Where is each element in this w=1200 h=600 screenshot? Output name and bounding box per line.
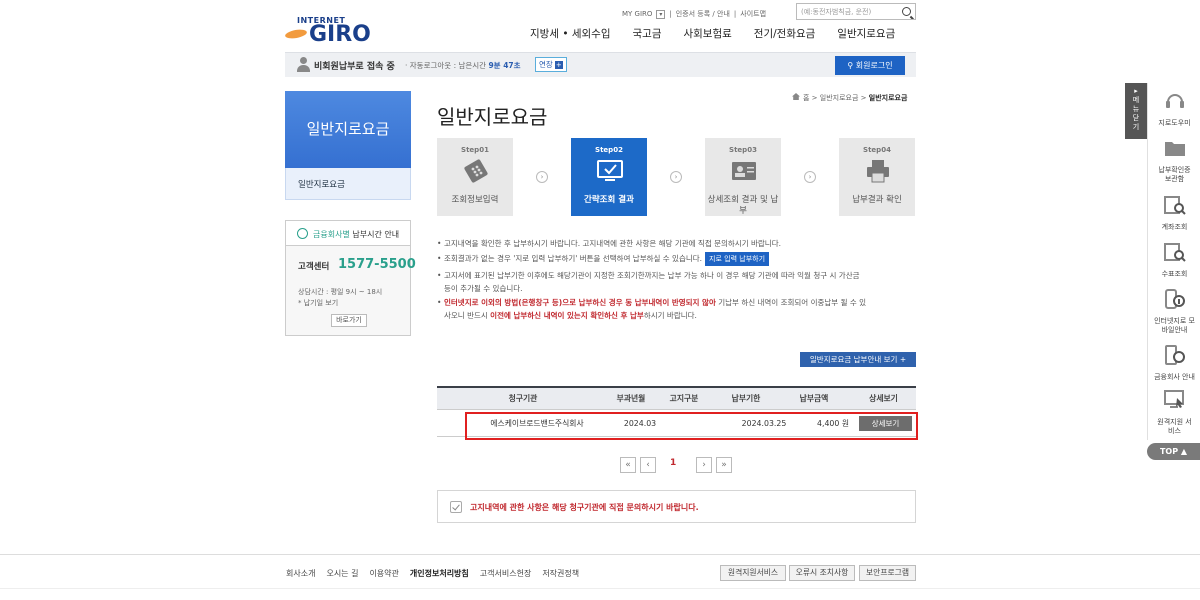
- footer-divider-2: [0, 588, 1200, 589]
- quick-receipt-box[interactable]: 납부확인증 보관함: [1148, 136, 1200, 184]
- direct-input-pay-button[interactable]: 지로 입력 납부하기: [705, 251, 770, 266]
- note-4: 인터넷지로 이외의 방법(은행창구 등)으로 납부하신 경우 동 납부내역이 반…: [437, 296, 917, 310]
- extend-button[interactable]: 연장 +: [535, 57, 567, 72]
- step-1: Step01 조회정보입력: [437, 138, 513, 216]
- util-cert[interactable]: 인증서 등록 / 안내: [676, 9, 730, 19]
- left-nav-item-general-giro[interactable]: 일반지로요금: [285, 168, 411, 200]
- up-arrow-icon: ▲: [1180, 447, 1188, 456]
- footer-divider: [0, 554, 1200, 555]
- page-first-button[interactable]: «: [620, 457, 636, 473]
- login-status: 비회원납부로 접속 중: [314, 62, 395, 72]
- user-icon: [297, 57, 310, 72]
- folder-icon: [1164, 142, 1185, 156]
- triangle-icon: ▸: [1134, 87, 1138, 95]
- step-3: Step03 상세조회 결과 및 납부: [705, 138, 781, 216]
- quick-menu-close[interactable]: ▸ 메뉴닫기: [1125, 83, 1147, 139]
- footer-links: 회사소개 오시는 길 이용약관 개인정보처리방침 고객서비스헌장 저작권정책: [286, 568, 579, 579]
- bank-icon: [1164, 345, 1185, 365]
- remaining-time: 9분 47초: [488, 61, 521, 70]
- notice-list: 고지내역을 확인한 후 납부하시기 바랍니다. 고지내역에 관한 사항은 해당 …: [437, 237, 917, 323]
- note-3: 고지서에 표기된 납부기한 이후에도 해당기관이 지정한 조회기한까지는 납부 …: [437, 269, 917, 283]
- gnb-social-insurance[interactable]: 사회보험료: [672, 26, 742, 42]
- step-arrow-icon: ›: [670, 171, 682, 183]
- highlight-box: [465, 412, 918, 440]
- quick-remote-support[interactable]: 원격지원 서비스: [1148, 388, 1200, 436]
- person-icon: ⚲: [847, 61, 856, 70]
- dropdown-arrow-icon[interactable]: ▾: [656, 9, 666, 19]
- scroll-top-button[interactable]: TOP ▲: [1147, 443, 1200, 460]
- footer-copyright[interactable]: 저작권정책: [542, 568, 579, 579]
- note-1: 고지내역을 확인한 후 납부하시기 바랍니다. 고지내역에 관한 사항은 해당 …: [437, 237, 917, 251]
- gnb-general-giro[interactable]: 일반지로요금: [826, 26, 895, 42]
- error-action-button[interactable]: 오류시 조치사항: [789, 565, 855, 581]
- footer-terms[interactable]: 이용약관: [369, 568, 398, 579]
- member-login-button[interactable]: ⚲ 회원로그인: [835, 56, 905, 75]
- inquiry-notice: 고지내역에 관한 사항은 해당 청구기관에 직접 문의하시기 바랍니다.: [437, 490, 916, 523]
- gnb-electric-phone[interactable]: 전기/전화요금: [743, 26, 827, 42]
- main-nav: 지방세 • 세외수입 국고금 사회보험료 전기/전화요금 일반지로요금: [525, 26, 895, 42]
- quick-giro-helper[interactable]: 지로도우미: [1148, 89, 1200, 128]
- footer-privacy[interactable]: 개인정보처리방침: [410, 568, 469, 579]
- security-program-button[interactable]: 보안프로그램: [859, 565, 916, 581]
- note-2: 조회결과가 없는 경우 '지로 입력 납부하기' 버튼을 선택하여 납부하실 수…: [437, 251, 917, 266]
- note-3-cont: 등이 추가될 수 있습니다.: [444, 284, 523, 293]
- breadcrumb: 홈 > 일반지로요금 > 일반지로요금: [792, 93, 907, 103]
- left-nav-title: 일반지로요금: [285, 91, 411, 168]
- note-4-cont: 사오니 반드시 이전에 납부하신 내역이 있는지 확인하신 후 납부하시기 바랍…: [444, 311, 697, 320]
- customer-center: 고객센터 1577-5500 상담시간 : 평일 9시 ~ 18시 * 납기일 …: [285, 246, 416, 336]
- utility-links: MY GIRO ▾ | 인증서 등록 / 안내 | 사이트맵: [622, 9, 767, 19]
- footer-charter[interactable]: 고객서비스헌장: [480, 568, 532, 579]
- logo-main-text: GIRO: [309, 22, 371, 47]
- page-last-button[interactable]: »: [716, 457, 732, 473]
- footer-about[interactable]: 회사소개: [286, 568, 315, 579]
- auto-logout: · 자동로그아웃 : 남은시간 9분 47초: [405, 61, 521, 70]
- page-prev-button[interactable]: ‹: [640, 457, 656, 473]
- check-icon: [450, 501, 462, 513]
- util-sitemap[interactable]: 사이트맵: [740, 9, 766, 19]
- util-my-giro[interactable]: MY GIRO: [622, 10, 652, 18]
- payment-guide-button[interactable]: 일반지로요금 납부안내 보기 +: [800, 352, 916, 367]
- page-next-button[interactable]: ›: [696, 457, 712, 473]
- step-arrow-icon: ›: [536, 171, 548, 183]
- id-card-icon: [732, 162, 756, 180]
- clock-icon: [297, 228, 308, 239]
- quick-check-inquiry[interactable]: 수표조회: [1148, 240, 1200, 279]
- cc-hours: 상담시간 : 평일 9시 ~ 18시: [298, 288, 383, 296]
- home-icon[interactable]: [792, 93, 800, 100]
- account-search-icon: [1163, 196, 1186, 215]
- giro-logo[interactable]: INTERNET GIRO: [284, 16, 375, 47]
- monitor-check-icon: [597, 160, 623, 181]
- plus-icon: +: [554, 61, 563, 69]
- search-icon[interactable]: [902, 7, 911, 16]
- logo-swoosh-icon: [284, 28, 308, 40]
- check-search-icon: [1163, 243, 1186, 262]
- headset-icon: [1165, 94, 1184, 108]
- step-2: Step02 간략조회 결과: [571, 138, 647, 216]
- quick-menu: 지로도우미 납부확인증 보관함 계좌조회 수표조회 인터넷지로 모바일안내 금융…: [1147, 83, 1200, 440]
- remote-support-icon: [1163, 390, 1184, 408]
- cc-phone: 1577-5500: [338, 257, 416, 272]
- login-bar: 비회원납부로 접속 중 · 자동로그아웃 : 남은시간 9분 47초 연장 + ⚲…: [285, 52, 916, 77]
- page-current[interactable]: 1: [670, 458, 676, 468]
- keypad-icon: [464, 159, 488, 183]
- step-arrow-icon: ›: [804, 171, 816, 183]
- remote-support-button[interactable]: 원격지원서비스: [720, 565, 786, 581]
- footer-directions[interactable]: 오시는 길: [326, 568, 358, 579]
- cc-holiday: * 납기일 보기: [298, 299, 339, 307]
- gnb-national[interactable]: 국고금: [622, 26, 673, 42]
- quick-bank-guide[interactable]: 금융회사 안내: [1148, 343, 1200, 382]
- search-placeholder: (예:동전자범칙금, 운전): [801, 8, 872, 16]
- mobile-info-icon: [1164, 289, 1185, 309]
- shortcut-button[interactable]: 바로가기: [331, 314, 367, 327]
- payment-time-notice[interactable]: 금융회사별 납부시간 안내: [285, 220, 411, 246]
- gnb-local-tax[interactable]: 지방세 • 세외수입: [525, 26, 622, 42]
- quick-mobile-guide[interactable]: 인터넷지로 모바일안내: [1148, 287, 1200, 335]
- cc-label: 고객센터: [298, 262, 330, 272]
- page-title: 일반지로요금: [437, 105, 548, 129]
- quick-account-inquiry[interactable]: 계좌조회: [1148, 193, 1200, 232]
- printer-icon: [867, 160, 889, 183]
- search-input[interactable]: (예:동전자범칙금, 운전): [796, 3, 916, 20]
- step-4: Step04 납부결과 확인: [839, 138, 915, 216]
- table-header: 청구기관 부과년월 고지구분 납부기한 납부금액 상세보기: [437, 386, 916, 410]
